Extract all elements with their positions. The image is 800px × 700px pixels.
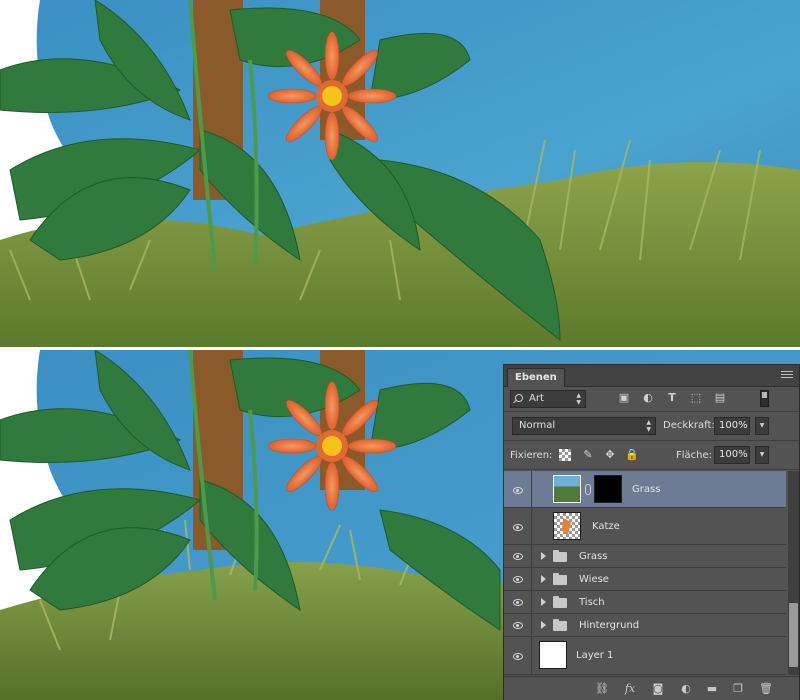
fill-field[interactable]: 100%	[714, 446, 750, 464]
visibility-eye-icon[interactable]	[513, 651, 523, 661]
trash-icon[interactable]: 🗑	[758, 681, 774, 697]
lock-position-icon[interactable]: ✥	[604, 449, 616, 461]
folder-icon	[553, 619, 567, 631]
updown-arrows-icon: ▲ ▼	[646, 419, 651, 433]
link-chain-icon[interactable]	[585, 484, 591, 495]
updown-arrows-icon: ▲ ▼	[576, 392, 581, 406]
panel-tab-bar: Ebenen	[504, 365, 799, 387]
expand-triangle-icon[interactable]	[541, 552, 546, 560]
visibility-eye-icon[interactable]	[513, 597, 523, 607]
opacity-dropdown-arrow[interactable]: ▼	[755, 417, 769, 435]
divider	[531, 471, 532, 507]
opacity-field[interactable]: 100%	[714, 417, 750, 435]
lock-transparent-pixels-icon[interactable]	[559, 449, 571, 461]
canvas-view-before	[0, 0, 800, 347]
artwork-before	[0, 0, 800, 347]
folder-icon	[553, 550, 567, 562]
link-layers-icon[interactable]: ⛓	[594, 681, 610, 697]
tab-ebenen[interactable]: Ebenen	[507, 368, 565, 387]
opacity-label: Deckkraft:	[663, 420, 715, 431]
blend-mode-dropdown[interactable]: Normal ▲ ▼	[512, 417, 656, 435]
cat-thumbnail-icon	[562, 518, 571, 535]
visibility-eye-icon[interactable]	[513, 574, 523, 584]
layer-name: Tisch	[579, 597, 605, 608]
new-layer-icon[interactable]: ❐	[730, 681, 746, 697]
add-mask-icon[interactable]: ◙	[650, 681, 666, 697]
divider	[531, 591, 532, 613]
expand-triangle-icon[interactable]	[541, 598, 546, 606]
layer-name: Katze	[592, 521, 620, 532]
scrollbar-thumb[interactable]	[789, 603, 798, 667]
fx-icon[interactable]: fx	[622, 681, 638, 697]
visibility-eye-icon[interactable]	[513, 551, 523, 561]
expand-triangle-icon[interactable]	[541, 621, 546, 629]
layer-name: Grass	[632, 484, 661, 495]
adjustment-filter-icon[interactable]: ◐	[641, 391, 655, 405]
panel-menu-icon[interactable]	[781, 371, 793, 381]
adjustment-layer-icon[interactable]: ◐	[678, 681, 694, 697]
lock-all-icon[interactable]: 🔒	[625, 449, 639, 461]
layers-bottom-toolbar: ⛓ fx ◙ ◐ ▬ ❐ 🗑	[504, 676, 799, 700]
divider	[504, 469, 799, 470]
divider	[504, 440, 799, 441]
layer-group-grass[interactable]: Grass	[504, 545, 786, 568]
folder-icon	[553, 573, 567, 585]
layer-name: Layer 1	[576, 650, 614, 661]
fill-dropdown-arrow[interactable]: ▼	[755, 446, 769, 464]
divider	[531, 545, 532, 567]
divider	[531, 637, 532, 674]
divider	[504, 411, 799, 412]
lock-label: Fixieren:	[510, 450, 553, 461]
layer-group-hintergrund[interactable]: Hintergrund	[504, 614, 786, 637]
expand-triangle-icon[interactable]	[541, 575, 546, 583]
layer-name: Hintergrund	[579, 620, 640, 631]
smart-object-filter-icon[interactable]: ▤	[713, 391, 727, 405]
search-icon	[515, 394, 523, 402]
layers-panel: Ebenen Art ▲ ▼ ▣ ◐ T ⬚ ▤ Normal ▲ ▼ Deckkr…	[503, 364, 800, 700]
layer-thumbnail	[539, 641, 567, 669]
layer-name: Grass	[579, 551, 608, 562]
layer-group-wiese[interactable]: Wiese	[504, 568, 786, 591]
divider	[531, 568, 532, 590]
blend-mode-value: Normal	[519, 420, 556, 431]
layer-thumbnail	[553, 512, 581, 540]
layer-thumbnail	[553, 475, 581, 503]
layer-filter-value: Art	[529, 393, 544, 404]
layer-name: Wiese	[579, 574, 609, 585]
layer-row-layer-1[interactable]: Layer 1	[504, 637, 786, 675]
folder-icon	[553, 596, 567, 608]
layer-list-scrollbar[interactable]	[788, 471, 799, 675]
image-filter-icon[interactable]: ▣	[617, 391, 631, 405]
type-filter-icon[interactable]: T	[665, 391, 679, 405]
shape-filter-icon[interactable]: ⬚	[689, 391, 703, 405]
new-group-icon[interactable]: ▬	[704, 681, 720, 697]
fill-label: Fläche:	[676, 450, 713, 461]
filter-toggle[interactable]	[760, 390, 769, 407]
layer-row-katze[interactable]: Katze	[504, 508, 786, 545]
layer-group-tisch[interactable]: Tisch	[504, 591, 786, 614]
divider	[531, 614, 532, 636]
lock-image-pixels-icon[interactable]: ✎	[582, 449, 594, 461]
layer-row-grass-mask[interactable]: Grass	[504, 471, 786, 508]
layer-filter-dropdown[interactable]: Art ▲ ▼	[510, 390, 586, 408]
visibility-eye-icon[interactable]	[513, 485, 523, 495]
layer-list: Grass Katze Grass Wiese Tisch Hintergrun…	[504, 471, 786, 675]
visibility-eye-icon[interactable]	[513, 522, 523, 532]
divider	[531, 508, 532, 544]
visibility-eye-icon[interactable]	[513, 620, 523, 630]
layer-mask-thumbnail[interactable]	[594, 475, 622, 503]
